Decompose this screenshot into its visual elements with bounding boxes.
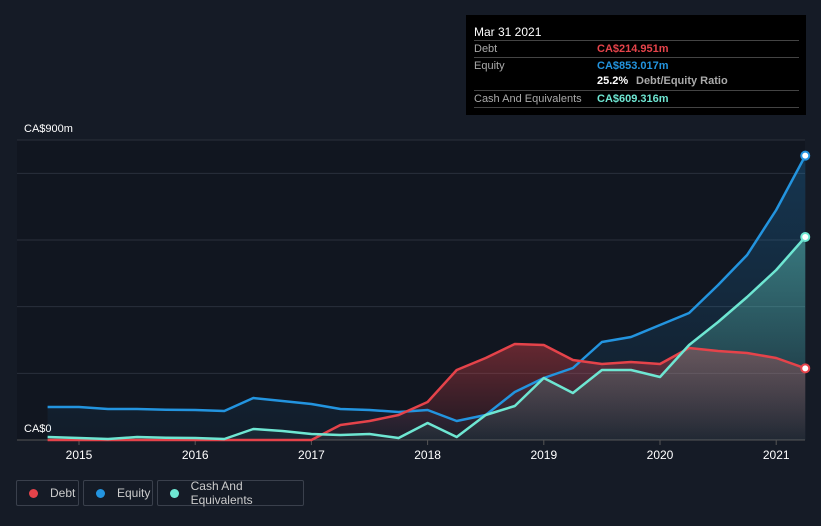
equity-endpoint bbox=[800, 150, 811, 161]
x-tick-label: 2021 bbox=[763, 448, 790, 462]
legend-equity[interactable]: Equity bbox=[83, 480, 153, 506]
y-tick-label: CA$900m bbox=[24, 123, 73, 135]
x-tick-label: 2018 bbox=[414, 448, 441, 462]
debt-dot-icon bbox=[29, 488, 38, 498]
tooltip: Mar 31 2021 Debt CA$214.951m Equity CA$853… bbox=[466, 15, 806, 115]
debt-label: Debt bbox=[474, 43, 498, 55]
ratio-value: 25.2% bbox=[597, 75, 629, 87]
cash-value: CA$609.316m bbox=[597, 93, 669, 105]
ratio-label: Debt/Equity Ratio bbox=[636, 75, 728, 87]
tooltip-date: Mar 31 2021 bbox=[474, 25, 542, 39]
debt-endpoint bbox=[800, 363, 811, 374]
equity-label: Equity bbox=[474, 60, 505, 72]
legend-debt[interactable]: Debt bbox=[16, 480, 79, 506]
equity-value: CA$853.017m bbox=[597, 60, 669, 72]
x-tick-label: 2017 bbox=[298, 448, 325, 462]
legend-label: Cash And Equivalents bbox=[190, 479, 253, 507]
legend-label: Equity bbox=[117, 486, 151, 500]
x-tick-label: 2016 bbox=[182, 448, 209, 462]
x-tick-label: 2020 bbox=[647, 448, 674, 462]
legend-cash[interactable]: Cash And Equivalents bbox=[157, 479, 304, 507]
legend-label: Debt bbox=[50, 486, 76, 500]
y-tick-label: CA$0 bbox=[24, 423, 52, 435]
equity-dot-icon bbox=[96, 488, 105, 498]
x-tick-label: 2019 bbox=[530, 448, 557, 462]
cash-label: Cash And Equivalents bbox=[474, 93, 582, 105]
cash-dot-icon bbox=[170, 488, 179, 498]
cash-and-equivalents-endpoint bbox=[800, 232, 811, 242]
x-tick-label: 2015 bbox=[66, 448, 93, 462]
debt-value: CA$214.951m bbox=[597, 43, 669, 55]
